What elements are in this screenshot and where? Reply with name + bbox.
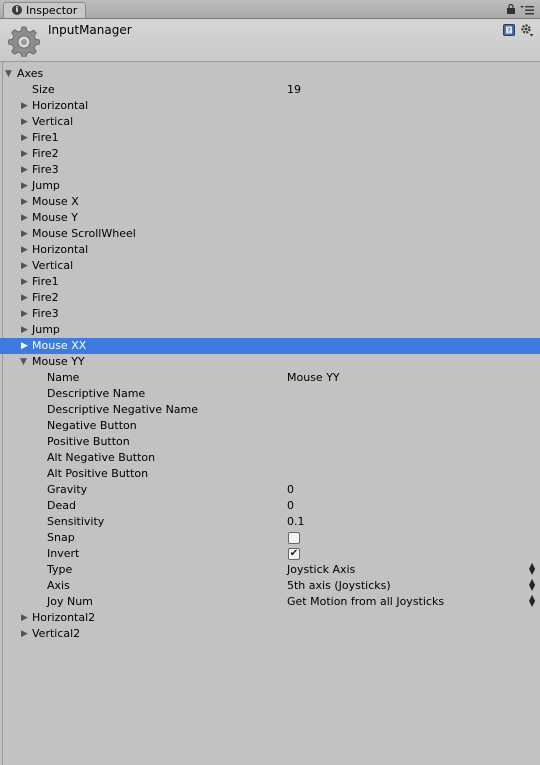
- axis-item-expanded[interactable]: ▼ Mouse YY: [0, 354, 540, 370]
- axis-item-label: Fire2: [32, 291, 59, 304]
- lock-icon[interactable]: [507, 4, 515, 14]
- help-icon[interactable]: ?: [503, 24, 515, 36]
- axis-item[interactable]: ▶ Vertical: [0, 114, 540, 130]
- tab-label: Inspector: [26, 4, 78, 17]
- joy-num-row: Joy Num Get Motion from all Joysticks ▲ ▼: [0, 594, 540, 610]
- axis-item-label: Mouse Y: [32, 211, 78, 224]
- invert-row: Invert ✔: [0, 546, 540, 562]
- asset-title: InputManager: [48, 23, 132, 37]
- axis-item-label: Jump: [32, 179, 60, 192]
- axis-item[interactable]: ▶ Fire3: [0, 162, 540, 178]
- axis-item[interactable]: ▶ Fire2: [0, 290, 540, 306]
- axis-item-label: Mouse ScrollWheel: [32, 227, 136, 240]
- axis-item[interactable]: ▶ Jump: [0, 322, 540, 338]
- gravity-label: Gravity: [47, 483, 88, 496]
- svg-text:?: ?: [507, 28, 510, 35]
- axis-item-label: Fire1: [32, 275, 59, 288]
- type-label: Type: [47, 563, 73, 576]
- invert-checkbox[interactable]: ✔: [288, 548, 300, 560]
- axis-item-label: Mouse YY: [32, 355, 85, 368]
- axis-item-label: Vertical: [32, 259, 74, 272]
- axis-item[interactable]: ▶ Fire1: [0, 274, 540, 290]
- size-row: Size 19: [0, 82, 540, 98]
- menu-icon[interactable]: [520, 5, 534, 15]
- snap-checkbox[interactable]: [288, 532, 300, 544]
- positive-button-row: Positive Button: [0, 434, 540, 450]
- type-row: Type Joystick Axis ▲ ▼: [0, 562, 540, 578]
- axis-item[interactable]: ▶ Mouse ScrollWheel: [0, 226, 540, 242]
- axis-item-label: Fire2: [32, 147, 59, 160]
- alt-negative-button-row: Alt Negative Button: [0, 450, 540, 466]
- descriptive-name-row: Descriptive Name: [0, 386, 540, 402]
- axis-item-label: Vertical: [32, 115, 74, 128]
- axis-item[interactable]: ▶ Mouse X: [0, 194, 540, 210]
- sensitivity-field[interactable]: 0.1: [287, 514, 305, 530]
- axis-item-label: Fire3: [32, 307, 59, 320]
- axis-item[interactable]: ▶ Vertical2: [0, 626, 540, 642]
- alt-positive-button-label: Alt Positive Button: [47, 467, 149, 480]
- dead-field[interactable]: 0: [287, 498, 294, 514]
- axis-item[interactable]: ▶ Horizontal: [0, 242, 540, 258]
- axis-item[interactable]: ▶ Fire2: [0, 146, 540, 162]
- gear-icon: [8, 26, 40, 57]
- axis-item-label: Horizontal: [32, 99, 89, 112]
- axis-item[interactable]: ▶ Mouse Y: [0, 210, 540, 226]
- axis-item-label: Fire1: [32, 131, 59, 144]
- axis-item-label: Horizontal: [32, 243, 89, 256]
- sensitivity-row: Sensitivity 0.1: [0, 514, 540, 530]
- axes-label: Axes: [17, 67, 44, 80]
- dropdown-arrows-icon[interactable]: ▲ ▼: [529, 594, 535, 608]
- dead-label: Dead: [47, 499, 76, 512]
- size-label: Size: [32, 83, 55, 96]
- settings-gear-icon[interactable]: [520, 23, 534, 37]
- property-list: ▼ Axes Size 19 ▶ Horizontal ▶ Vertical ▶ Fire…: [0, 66, 540, 642]
- gravity-field[interactable]: 0: [287, 482, 294, 498]
- dead-row: Dead 0: [0, 498, 540, 514]
- size-field[interactable]: 19: [287, 82, 301, 98]
- invert-label: Invert: [47, 547, 80, 560]
- joy-num-label: Joy Num: [47, 595, 93, 608]
- tab-inspector[interactable]: i Inspector: [3, 2, 86, 18]
- gravity-row: Gravity 0: [0, 482, 540, 498]
- axis-item[interactable]: ▶ Fire1: [0, 130, 540, 146]
- sensitivity-label: Sensitivity: [47, 515, 105, 528]
- axis-item[interactable]: ▶ Jump: [0, 178, 540, 194]
- axis-item-label: Vertical2: [32, 627, 81, 640]
- alt-positive-button-row: Alt Positive Button: [0, 466, 540, 482]
- axis-dropdown[interactable]: 5th axis (Joysticks): [287, 578, 391, 594]
- name-row: Name Mouse YY: [0, 370, 540, 386]
- axis-item[interactable]: ▶ Fire3: [0, 306, 540, 322]
- descriptive-negative-name-row: Descriptive Negative Name: [0, 402, 540, 418]
- axis-item[interactable]: ▶ Vertical: [0, 258, 540, 274]
- axis-item-selected[interactable]: ▶ Mouse XX: [0, 338, 540, 354]
- dropdown-arrows-icon[interactable]: ▲ ▼: [529, 578, 535, 592]
- positive-button-label: Positive Button: [47, 435, 130, 448]
- info-icon: i: [12, 5, 22, 15]
- axis-item[interactable]: ▶ Horizontal: [0, 98, 540, 114]
- axis-row: Axis 5th axis (Joysticks) ▲ ▼: [0, 578, 540, 594]
- name-field[interactable]: Mouse YY: [287, 370, 340, 386]
- axis-item-label: Mouse XX: [32, 339, 87, 352]
- alt-negative-button-label: Alt Negative Button: [47, 451, 156, 464]
- type-dropdown[interactable]: Joystick Axis: [287, 562, 355, 578]
- axis-label: Axis: [47, 579, 70, 592]
- joy-num-dropdown[interactable]: Get Motion from all Joysticks: [287, 594, 444, 610]
- name-label: Name: [47, 371, 80, 384]
- axes-foldout[interactable]: ▼ Axes: [0, 66, 540, 82]
- axis-item-label: Horizontal2: [32, 611, 96, 624]
- dropdown-arrows-icon[interactable]: ▲ ▼: [529, 562, 535, 576]
- negative-button-row: Negative Button: [0, 418, 540, 434]
- descriptive-negative-name-label: Descriptive Negative Name: [47, 403, 199, 416]
- snap-row: Snap: [0, 530, 540, 546]
- axis-item-label: Jump: [32, 323, 60, 336]
- descriptive-name-label: Descriptive Name: [47, 387, 146, 400]
- axis-item[interactable]: ▶ Horizontal2: [0, 610, 540, 626]
- negative-button-label: Negative Button: [47, 419, 137, 432]
- inspector-header: InputManager ?: [0, 19, 540, 62]
- axis-item-label: Mouse X: [32, 195, 79, 208]
- axis-item-label: Fire3: [32, 163, 59, 176]
- tab-bar: i Inspector: [0, 0, 540, 19]
- snap-label: Snap: [47, 531, 75, 544]
